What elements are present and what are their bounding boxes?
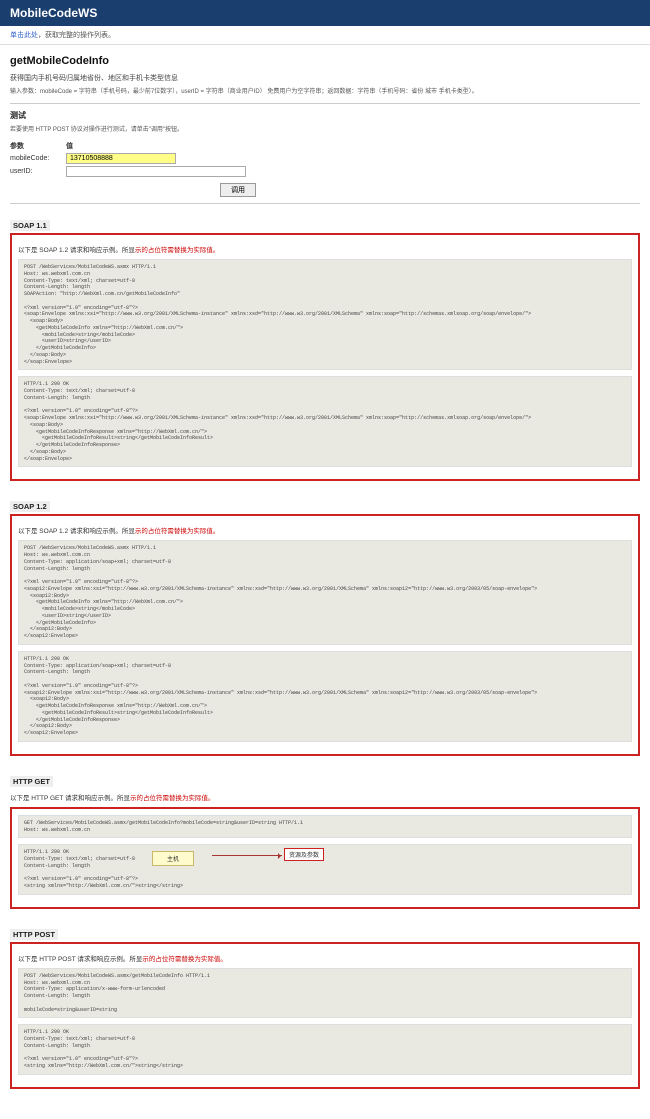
mobile-row: mobileCode: — [10, 153, 640, 164]
soap11-redbox: 以下是 SOAP 1.2 请求和响应示例。所显示的占位符需替换为实际值。 POS… — [10, 233, 640, 481]
page-title: getMobileCodeInfo — [10, 55, 640, 67]
soap12-label: SOAP 1.2 — [10, 501, 50, 512]
mobile-label: mobileCode: — [10, 155, 60, 162]
httppost-intro: 以下是 HTTP POST 请求和响应示例。所显示的占位符需替换为实际值。 — [18, 953, 632, 963]
soap11-group: SOAP 1.1 以下是 SOAP 1.2 请求和响应示例。所显示的占位符需替换… — [10, 210, 640, 481]
httppost-group: HTTP POST 以下是 HTTP POST 请求和响应示例。所显示的占位符需… — [10, 919, 640, 1089]
mobile-input[interactable] — [66, 153, 176, 164]
httpget-annot-param: 资源及参数 — [284, 848, 324, 861]
httppost-req: POST /WebServices/MobileCodeWS.asmx/getM… — [18, 968, 632, 1019]
param-col-label: 参数 — [10, 141, 60, 151]
httpget-req: GET /WebServices/MobileCodeWS.asmx/getMo… — [18, 815, 632, 839]
soap11-req: POST /WebServices/MobileCodeWS.asmx HTTP… — [18, 259, 632, 370]
value-col-label: 值 — [66, 141, 73, 151]
httpget-intro: 以下是 HTTP GET 请求和响应示例。所显示的占位符需替换为实际值。 — [10, 792, 640, 802]
soap12-group: SOAP 1.2 以下是 SOAP 1.2 请求和响应示例。所显示的占位符需替换… — [10, 491, 640, 756]
httpget-annot-arrow — [212, 855, 282, 856]
topbar: MobileCodeWS — [0, 0, 650, 26]
user-label: userID: — [10, 168, 60, 175]
soap12-intro: 以下是 SOAP 1.2 请求和响应示例。所显示的占位符需替换为实际值。 — [18, 525, 632, 535]
soap11-res: HTTP/1.1 200 OK Content-Type: text/xml; … — [18, 376, 632, 467]
user-row: userID: — [10, 166, 640, 177]
breadcrumb: 单击此处，获取完整的操作列表。 — [0, 26, 650, 45]
soap12-req: POST /WebServices/MobileCodeWS.asmx HTTP… — [18, 540, 632, 645]
httpget-label: HTTP GET — [10, 776, 53, 787]
httpget-redbox: GET /WebServices/MobileCodeWS.asmx/getMo… — [10, 807, 640, 909]
test-heading: 测试 — [10, 110, 640, 121]
param-header-row: 参数 值 — [10, 141, 640, 151]
httpget-group: HTTP GET 以下是 HTTP GET 请求和响应示例。所显示的占位符需替换… — [10, 766, 640, 909]
soap11-intro: 以下是 SOAP 1.2 请求和响应示例。所显示的占位符需替换为实际值。 — [18, 244, 632, 254]
breadcrumb-link[interactable]: 单击此处 — [10, 32, 38, 39]
httppost-res: HTTP/1.1 200 OK Content-Type: text/xml; … — [18, 1024, 632, 1075]
test-note: 若要使用 HTTP POST 协议对操作进行测试，请单击"调用"按钮。 — [10, 124, 640, 133]
soap11-label: SOAP 1.1 — [10, 220, 50, 231]
page-desc: 获得国内手机号码归属地省份、地区和手机卡类型信息 — [10, 73, 640, 83]
user-input[interactable] — [66, 166, 246, 177]
soap12-res: HTTP/1.1 200 OK Content-Type: applicatio… — [18, 651, 632, 742]
page-subdesc: 输入参数：mobileCode = 字符串（手机号码，最少前7位数字），user… — [10, 86, 640, 95]
httpget-annot-host: 主机 — [152, 851, 194, 866]
httpget-res: HTTP/1.1 200 OK Content-Type: text/xml; … — [18, 844, 632, 895]
invoke-button[interactable]: 调用 — [220, 183, 256, 197]
httppost-redbox: 以下是 HTTP POST 请求和响应示例。所显示的占位符需替换为实际值。 PO… — [10, 942, 640, 1089]
httppost-label: HTTP POST — [10, 929, 58, 940]
soap12-redbox: 以下是 SOAP 1.2 请求和响应示例。所显示的占位符需替换为实际值。 POS… — [10, 514, 640, 756]
breadcrumb-rest: ，获取完整的操作列表。 — [38, 32, 115, 39]
app-title: MobileCodeWS — [10, 6, 97, 20]
